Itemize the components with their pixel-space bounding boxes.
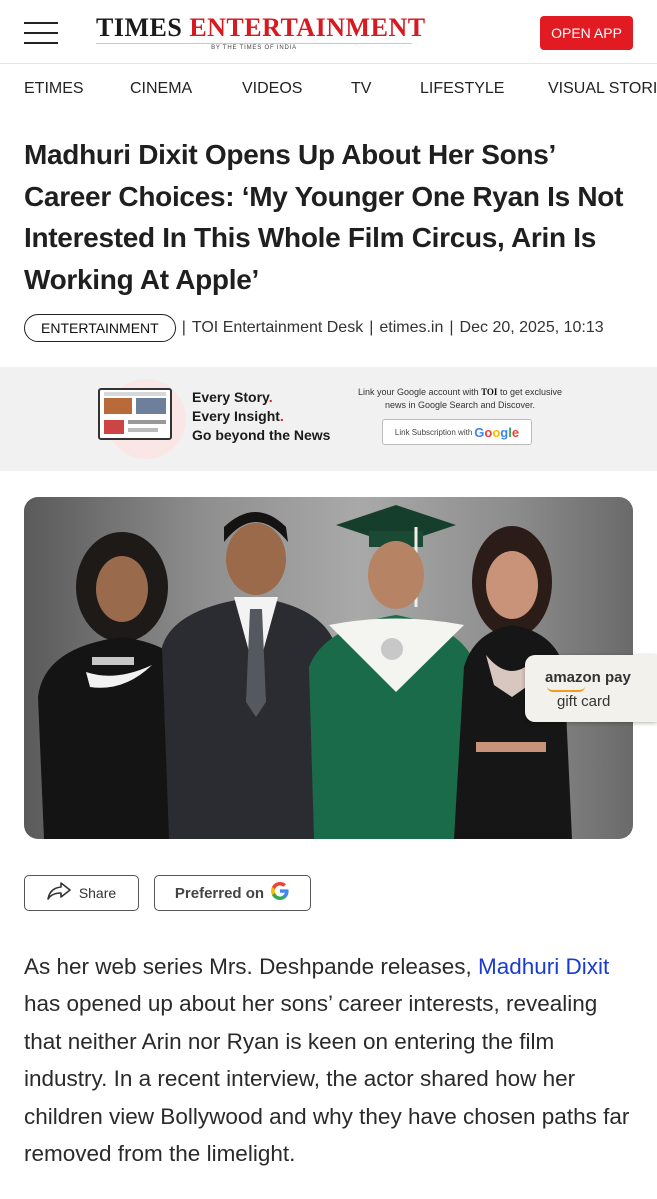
- laptop-illustration-icon: [98, 388, 172, 440]
- meta-separator: |: [181, 319, 186, 336]
- section-nav: ETIMES CINEMA VIDEOS TV LIFESTYLE VISUAL…: [0, 64, 657, 114]
- nav-item-videos[interactable]: VIDEOS: [242, 80, 302, 98]
- logo-tagline: BY THE TIMES OF INDIA: [96, 43, 412, 51]
- top-header: TIMES ENTERTAINMENT BY THE TIMES OF INDI…: [0, 0, 657, 64]
- meta-separator: |: [369, 319, 374, 336]
- logo-times-text: TIMES: [96, 13, 183, 42]
- logo-entertainment-text: ENTERTAINMENT: [189, 13, 426, 42]
- article-meta: ENTERTAINMENT | TOI Entertainment Desk |…: [24, 313, 604, 343]
- promo-headline: Every Story. Every Insight. Go beyond th…: [192, 389, 331, 443]
- preferred-on-google-button[interactable]: Preferred on: [154, 875, 311, 911]
- madhuri-dixit-link[interactable]: Madhuri Dixit: [478, 954, 609, 979]
- amazon-pay-gift-card-ad[interactable]: amazon pay gift card: [525, 655, 657, 722]
- share-button[interactable]: Share: [24, 875, 139, 911]
- google-g-icon: [270, 881, 290, 906]
- open-app-button[interactable]: OPEN APP: [540, 16, 633, 50]
- article-body-paragraph: As her web series Mrs. Deshpande release…: [24, 954, 630, 1167]
- category-tag[interactable]: ENTERTAINMENT: [24, 314, 176, 342]
- author-name: TOI Entertainment Desk: [191, 319, 364, 336]
- share-label: Share: [78, 885, 117, 901]
- link-subscription-button[interactable]: Link Subscription with Google: [382, 419, 532, 445]
- google-wordmark: Google: [474, 424, 520, 440]
- publish-date: Dec 20, 2025, 10:13: [459, 319, 604, 336]
- nav-item-etimes[interactable]: ETIMES: [24, 80, 84, 98]
- toi-brand: TOI: [481, 387, 498, 397]
- source-name: etimes.in: [379, 319, 444, 336]
- article-title: Madhuri Dixit Opens Up About Her Sons’ C…: [24, 139, 624, 295]
- nav-item-lifestyle[interactable]: LIFESTYLE: [420, 80, 504, 98]
- meta-separator: |: [449, 319, 454, 336]
- promo-description: Link your Google account with TOI to get…: [358, 387, 562, 410]
- amazon-smile-icon: [547, 686, 585, 692]
- nav-item-tv[interactable]: TV: [351, 80, 371, 98]
- nav-item-cinema[interactable]: CINEMA: [130, 80, 192, 98]
- promo-line-1: Every Story: [192, 389, 269, 405]
- preferred-label: Preferred on: [174, 884, 265, 902]
- promo-line-2: Every Insight: [192, 408, 280, 424]
- share-arrow-icon: [47, 881, 71, 905]
- promo-line-3: Go beyond the News: [192, 427, 331, 443]
- site-logo[interactable]: TIMES ENTERTAINMENT BY THE TIMES OF INDI…: [96, 13, 425, 51]
- hamburger-menu-icon[interactable]: [24, 22, 58, 44]
- amazon-pay-text: amazon pay: [545, 669, 631, 686]
- nav-item-visual-stories[interactable]: VISUAL STORI: [548, 80, 657, 98]
- gift-card-text: gift card: [557, 693, 611, 710]
